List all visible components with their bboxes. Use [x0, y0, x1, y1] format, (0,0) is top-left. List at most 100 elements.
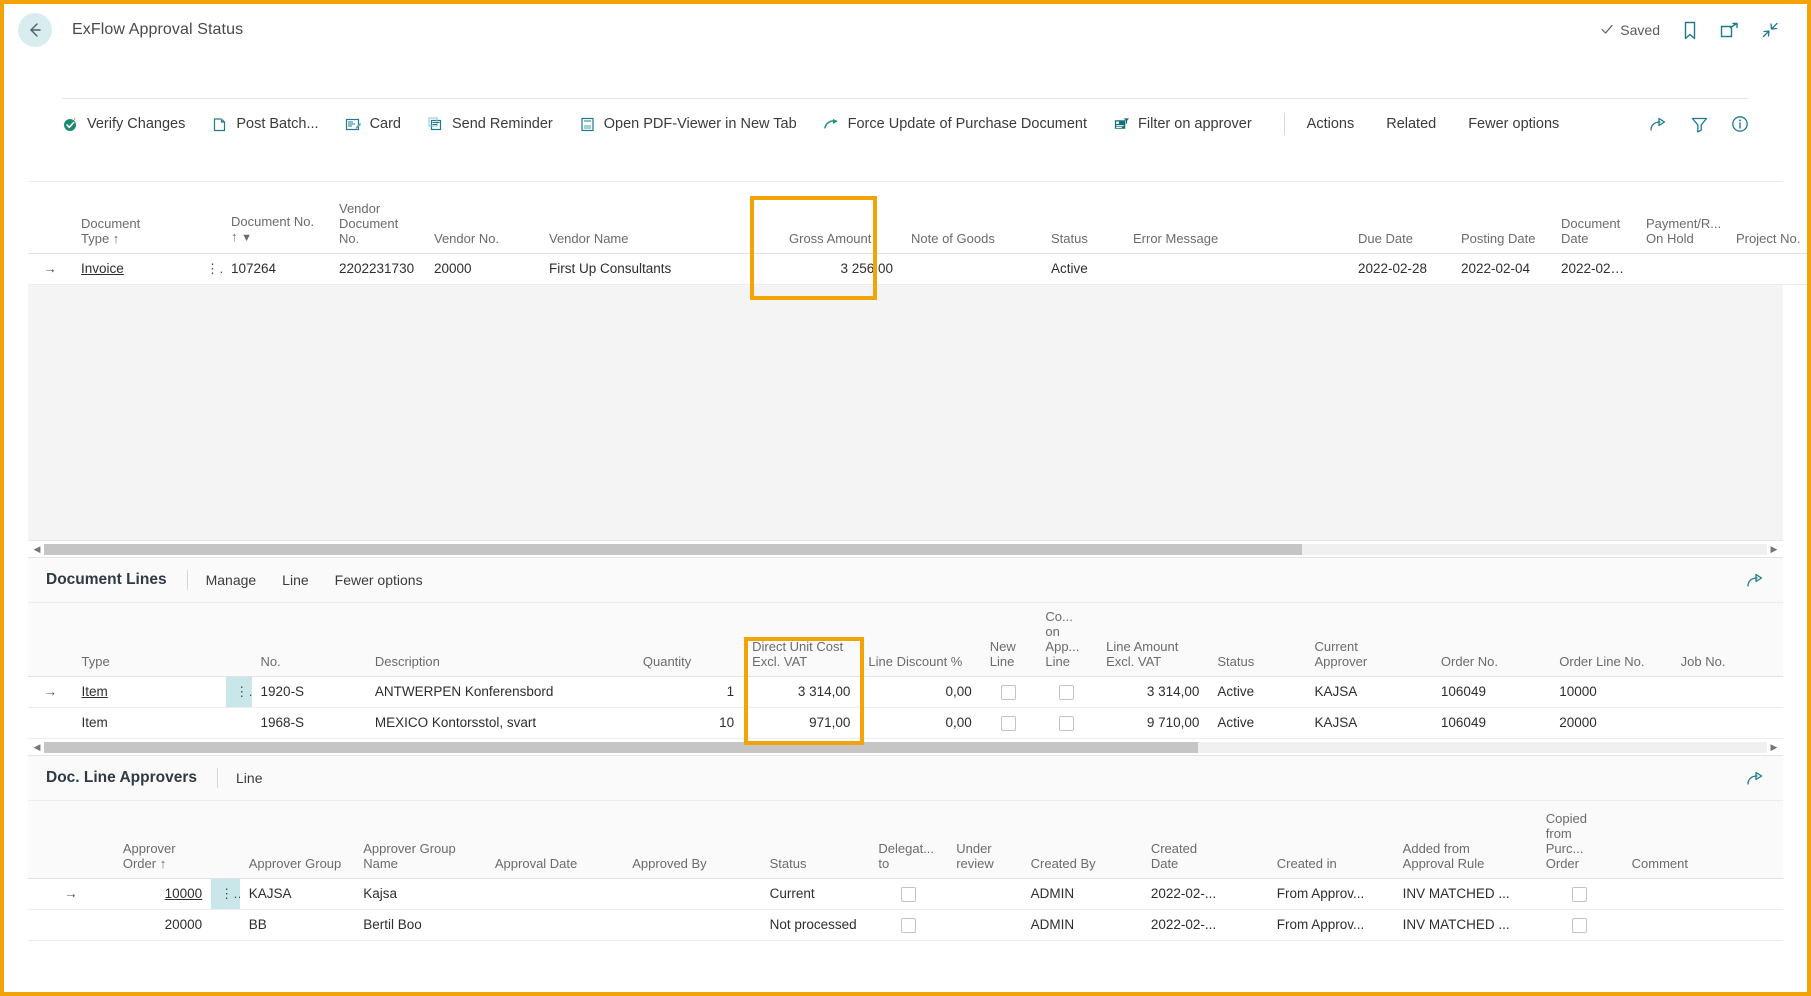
cell-created-by[interactable]: ADMIN — [1021, 909, 1142, 941]
table-row[interactable]: → Invoice ⋮ 107264 2202231730 20000 Firs… — [28, 253, 1807, 285]
document-lines-line-menu[interactable]: Line — [282, 572, 308, 588]
cell-description[interactable]: MEXICO Kontorsstol, svart — [365, 707, 634, 739]
force-update-purchase-document-button[interactable]: Force Update of Purchase Document — [823, 116, 1087, 133]
cell-approval-date[interactable] — [485, 878, 624, 910]
col-current-approver[interactable]: Current Approver — [1305, 603, 1432, 677]
cell-current-approver[interactable]: KAJSA — [1305, 707, 1432, 739]
cell-line-amount[interactable]: 3 314,00 — [1097, 676, 1209, 708]
col-comment[interactable]: Comment — [1622, 801, 1783, 879]
cell-copied-from-purchase-order[interactable] — [1536, 909, 1623, 941]
delegated-to-checkbox[interactable] — [900, 886, 916, 902]
delegated-to-checkbox[interactable] — [900, 917, 916, 933]
scroll-right-icon[interactable]: ▶ — [1767, 742, 1781, 752]
doc-line-approvers-line-menu[interactable]: Line — [236, 770, 262, 786]
cell-payment-on-hold[interactable] — [1637, 253, 1727, 285]
col-order-no[interactable]: Order No. — [1431, 603, 1551, 677]
cell-project-no[interactable] — [1727, 253, 1807, 285]
col-document-no[interactable]: Document No. ↑ ▼ — [222, 182, 330, 254]
cell-document-type[interactable]: Invoice — [72, 253, 197, 285]
cell-comment-on-approval-line[interactable] — [1036, 676, 1098, 708]
col-document-date[interactable]: Document Date — [1552, 182, 1637, 254]
cell-under-review[interactable] — [947, 909, 1022, 941]
cell-direct-unit-cost[interactable]: 3 314,00 — [743, 676, 860, 708]
scroll-left-icon[interactable]: ◀ — [30, 544, 44, 554]
scroll-track[interactable] — [44, 543, 1767, 555]
post-batch-button[interactable]: Post Batch... — [211, 116, 319, 133]
cell-type[interactable]: Item — [72, 707, 227, 739]
cell-order-line-no[interactable]: 20000 — [1550, 707, 1672, 739]
col-job-no[interactable]: Job No. — [1671, 603, 1783, 677]
col-vendor-name[interactable]: Vendor Name — [540, 182, 780, 254]
col-approval-date[interactable]: Approval Date — [485, 801, 624, 879]
cell-posting-date[interactable]: 2022-02-04 — [1452, 253, 1552, 285]
col-direct-unit-cost[interactable]: Direct Unit Cost Excl. VAT — [743, 603, 860, 677]
cell-approver-order[interactable]: 10000 — [113, 878, 212, 910]
document-lines-fewer-options-menu[interactable]: Fewer options — [335, 572, 423, 588]
col-order-line-no[interactable]: Order Line No. — [1550, 603, 1672, 677]
col-line-amount[interactable]: Line Amount Excl. VAT — [1097, 603, 1209, 677]
cell-status[interactable]: Not processed — [760, 909, 870, 941]
cell-line-discount[interactable]: 0,00 — [859, 676, 981, 708]
back-button[interactable] — [18, 13, 52, 47]
table-row[interactable]: Item 1968-S MEXICO Kontorsstol, svart 10… — [28, 707, 1783, 739]
col-added-from-approval-rule[interactable]: Added from Approval Rule — [1393, 801, 1537, 879]
col-approver-group[interactable]: Approver Group — [239, 801, 355, 879]
col-description[interactable]: Description — [365, 603, 634, 677]
cell-approver-group[interactable]: KAJSA — [239, 878, 355, 910]
cell-status[interactable]: Active — [1208, 707, 1306, 739]
bookmark-button[interactable] — [1682, 21, 1698, 40]
cell-comment[interactable] — [1622, 909, 1783, 941]
filter-button[interactable] — [1690, 116, 1709, 133]
cell-line-discount[interactable]: 0,00 — [859, 707, 981, 739]
scroll-thumb[interactable] — [44, 741, 1199, 753]
related-menu[interactable]: Related — [1386, 116, 1436, 132]
cell-delegated-to[interactable] — [869, 878, 948, 910]
col-error-message[interactable]: Error Message — [1124, 182, 1349, 254]
col-created-in[interactable]: Created in — [1267, 801, 1394, 879]
col-status[interactable]: Status — [1042, 182, 1124, 254]
col-approved-by[interactable]: Approved By — [623, 801, 761, 879]
col-project-no[interactable]: Project No. — [1727, 182, 1807, 254]
col-note-of-goods[interactable]: Note of Goods — [902, 182, 1042, 254]
scroll-thumb[interactable] — [44, 543, 1302, 555]
cell-created-in[interactable]: From Approv... — [1267, 878, 1394, 910]
cell-status[interactable]: Current — [760, 878, 870, 910]
cell-order-no[interactable]: 106049 — [1431, 676, 1551, 708]
cell-approver-group[interactable]: BB — [239, 909, 355, 941]
cell-delegated-to[interactable] — [869, 909, 948, 941]
cell-document-date[interactable]: 2022-02-04 — [1552, 253, 1637, 285]
col-status[interactable]: Status — [760, 801, 870, 879]
col-line-discount[interactable]: Line Discount % — [859, 603, 981, 677]
cell-job-no[interactable] — [1671, 707, 1783, 739]
col-vendor-document-no[interactable]: Vendor Document No. — [330, 182, 425, 254]
comment-on-approval-line-checkbox[interactable] — [1059, 684, 1075, 700]
cell-approver-group-name[interactable]: Bertil Boo — [354, 909, 486, 941]
cell-no[interactable]: 1968-S — [251, 707, 366, 739]
cell-approval-date[interactable] — [485, 909, 624, 941]
col-comment-on-approval-line[interactable]: Co... on App... Line — [1036, 603, 1098, 677]
cell-document-no[interactable]: 107264 — [222, 253, 330, 285]
cell-note-of-goods[interactable] — [902, 253, 1042, 285]
cell-added-from-approval-rule[interactable]: INV MATCHED ... — [1393, 909, 1537, 941]
main-grid-horizontal-scrollbar[interactable]: ◀ ▶ — [28, 541, 1783, 557]
col-due-date[interactable]: Due Date — [1349, 182, 1452, 254]
cell-direct-unit-cost[interactable]: 971,00 — [743, 707, 860, 739]
cell-line-amount[interactable]: 9 710,00 — [1097, 707, 1209, 739]
cell-under-review[interactable] — [947, 878, 1022, 910]
row-menu-button[interactable]: ⋮ — [226, 676, 252, 708]
col-delegated-to[interactable]: Delegat... to — [869, 801, 948, 879]
scroll-track[interactable] — [44, 741, 1767, 753]
cell-new-line[interactable] — [980, 676, 1037, 708]
cell-copied-from-purchase-order[interactable] — [1536, 878, 1623, 910]
table-row[interactable]: → Item ⋮ 1920-S ANTWERPEN Konferensbord … — [28, 676, 1783, 708]
col-new-line[interactable]: New Line — [980, 603, 1037, 677]
filter-on-approver-button[interactable]: Filter on approver — [1113, 116, 1252, 133]
cell-created-by[interactable]: ADMIN — [1021, 878, 1142, 910]
copied-from-purchase-order-checkbox[interactable] — [1572, 886, 1588, 902]
col-quantity[interactable]: Quantity — [633, 603, 744, 677]
cell-status[interactable]: Active — [1208, 676, 1306, 708]
col-document-type[interactable]: Document Type ↑ — [72, 182, 197, 254]
fewer-options-menu[interactable]: Fewer options — [1468, 116, 1559, 132]
cell-description[interactable]: ANTWERPEN Konferensbord — [365, 676, 634, 708]
cell-comment[interactable] — [1622, 878, 1783, 910]
